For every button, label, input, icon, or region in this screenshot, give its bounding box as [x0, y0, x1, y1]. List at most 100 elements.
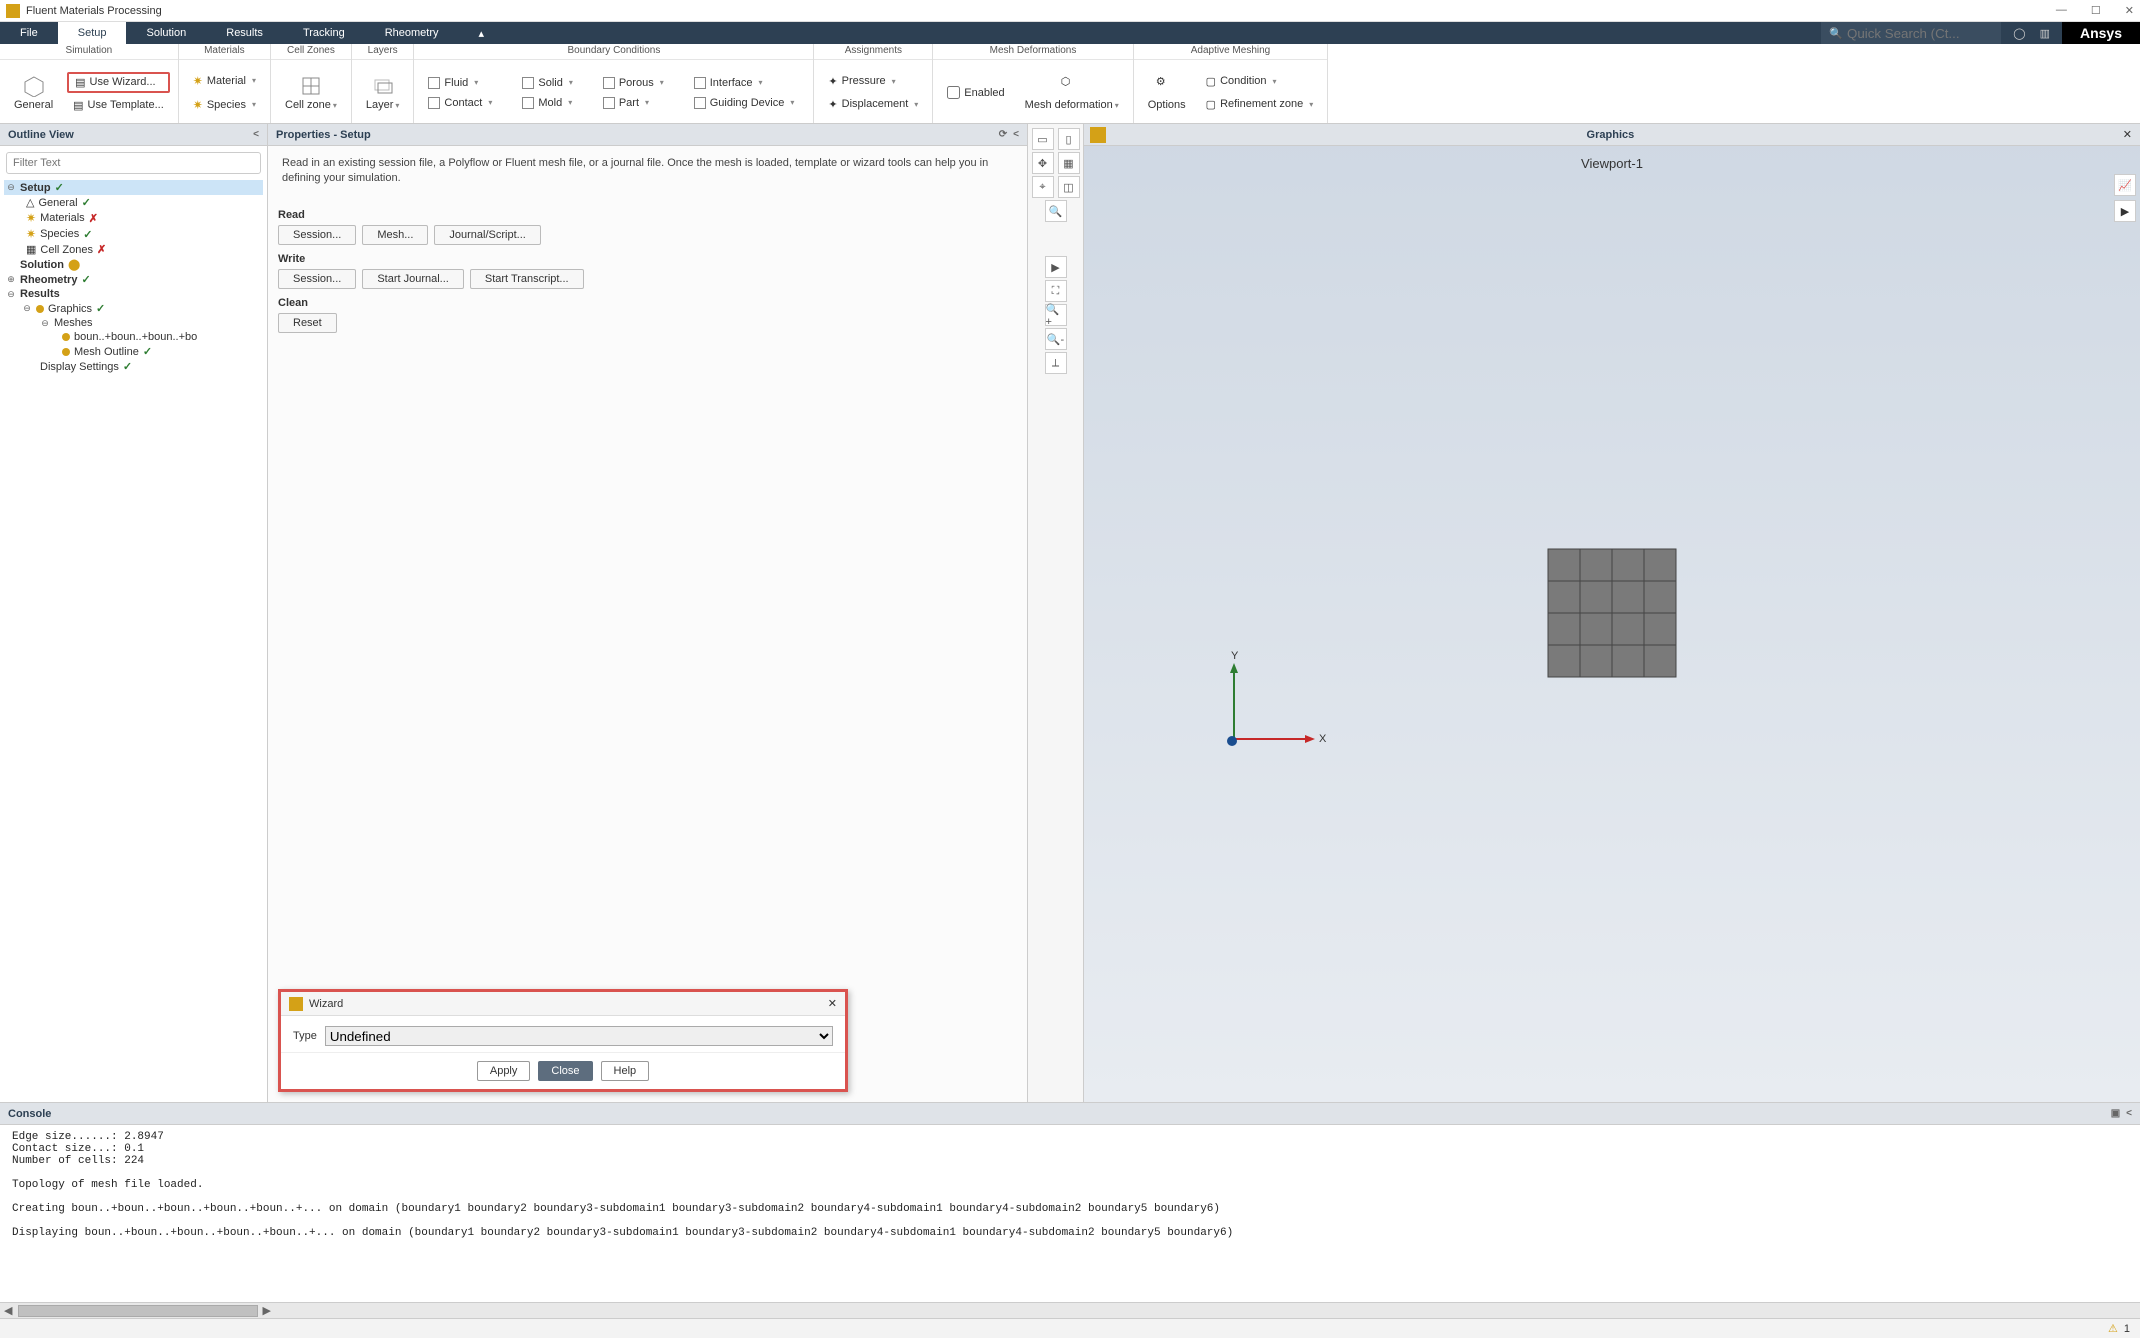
- pressure-icon: ✦: [828, 75, 837, 88]
- collapse-icon[interactable]: <: [253, 129, 259, 140]
- tool-split[interactable]: ▯: [1058, 128, 1080, 150]
- menu-file[interactable]: File: [0, 22, 58, 44]
- read-session-button[interactable]: Session...: [278, 225, 356, 245]
- bc-mold-button[interactable]: Mold▾: [516, 95, 578, 111]
- square-icon: [603, 97, 615, 109]
- search-input[interactable]: [1847, 26, 1993, 41]
- menu-more[interactable]: ▴: [459, 22, 505, 44]
- help-icon[interactable]: ◯: [2013, 27, 2025, 40]
- menu-results[interactable]: Results: [206, 22, 283, 44]
- reset-button[interactable]: Reset: [278, 313, 337, 333]
- tree-mesh-item[interactable]: boun..+boun..+boun..+bo: [4, 330, 263, 344]
- menu-tracking[interactable]: Tracking: [283, 22, 365, 44]
- wizard-help-button[interactable]: Help: [601, 1061, 650, 1081]
- tool-zoom[interactable]: 🔍: [1045, 200, 1067, 222]
- pressure-button[interactable]: ✦Pressure▾: [822, 73, 924, 90]
- group-title: Boundary Conditions: [414, 44, 813, 60]
- rtool-chart[interactable]: 📈: [2114, 174, 2136, 196]
- graphics-close-button[interactable]: ✕: [2115, 128, 2140, 141]
- bc-part-button[interactable]: Part▾: [597, 95, 670, 111]
- menu-rheometry[interactable]: Rheometry: [365, 22, 459, 44]
- warning-icon[interactable]: ⚠: [2108, 1322, 2118, 1335]
- meshdef-button[interactable]: ⬡Mesh deformation▾: [1019, 73, 1125, 113]
- group-title: Simulation: [0, 44, 178, 60]
- tree-graphics[interactable]: ⊖ Graphics ✓: [4, 301, 263, 316]
- scroll-right[interactable]: ▶: [258, 1304, 274, 1317]
- menu-solution[interactable]: Solution: [126, 22, 206, 44]
- clean-label: Clean: [278, 297, 1017, 309]
- wizard-close-button[interactable]: Close: [538, 1061, 592, 1081]
- graphics-panel: Graphics ✕ Viewport-1 📈 ▶ Y X: [1084, 124, 2140, 1102]
- displacement-button[interactable]: ✦Displacement▾: [822, 96, 924, 113]
- filter-input[interactable]: [6, 152, 261, 174]
- tool-fit[interactable]: ⛶: [1045, 280, 1067, 302]
- axis-triad[interactable]: Y X: [1214, 649, 1334, 762]
- tool-zoom-in[interactable]: 🔍+: [1045, 304, 1067, 326]
- tree-general[interactable]: △General ✓: [4, 195, 263, 210]
- options-button[interactable]: ⚙Options: [1142, 73, 1192, 113]
- use-wizard-button[interactable]: ▤ Use Wizard...: [67, 72, 170, 93]
- menu-setup[interactable]: Setup: [58, 22, 127, 44]
- outline-tree[interactable]: ⊖Setup ✓ △General ✓ ✷Materials ✗ ✷Specie…: [0, 180, 267, 1102]
- start-journal-button[interactable]: Start Journal...: [362, 269, 464, 289]
- tree-rheometry[interactable]: ⊕Rheometry ✓: [4, 272, 263, 287]
- tree-display-settings[interactable]: Display Settings ✓: [4, 359, 263, 374]
- layout-icon[interactable]: ▥: [2040, 27, 2050, 40]
- console-collapse[interactable]: <: [2126, 1108, 2132, 1119]
- tree-species[interactable]: ✷Species ✓: [4, 226, 263, 242]
- general-icon: [23, 75, 45, 97]
- bc-fluid-button[interactable]: Fluid▾: [422, 75, 498, 91]
- collapse-icon[interactable]: <: [1013, 129, 1019, 140]
- tool-axes[interactable]: ⟂: [1045, 352, 1067, 374]
- bc-porous-button[interactable]: Porous▾: [597, 75, 670, 91]
- read-journal-button[interactable]: Journal/Script...: [434, 225, 540, 245]
- write-session-button[interactable]: Session...: [278, 269, 356, 289]
- rtool-play[interactable]: ▶: [2114, 200, 2136, 222]
- tree-mesh-outline[interactable]: Mesh Outline ✓: [4, 344, 263, 359]
- refinement-button[interactable]: ▢Refinement zone▾: [1200, 96, 1320, 113]
- tree-cellzones[interactable]: ▦Cell Zones ✗: [4, 242, 263, 257]
- horizontal-scrollbar[interactable]: ◀ ▶: [0, 1302, 2140, 1318]
- cellzone-button[interactable]: Cell zone▾: [279, 73, 343, 113]
- read-mesh-button[interactable]: Mesh...: [362, 225, 428, 245]
- tool-play[interactable]: ▶: [1045, 256, 1067, 278]
- maximize-button[interactable]: ☐: [2091, 4, 2101, 17]
- tool-move[interactable]: ✥: [1032, 152, 1054, 174]
- mesh-preview[interactable]: [1548, 549, 1677, 678]
- scroll-left[interactable]: ◀: [0, 1304, 16, 1317]
- tree-setup[interactable]: ⊖Setup ✓: [4, 180, 263, 195]
- condition-icon: ▢: [1206, 75, 1216, 88]
- general-button[interactable]: General: [8, 73, 59, 113]
- tool-zoom-box[interactable]: ⌖: [1032, 176, 1054, 198]
- bc-solid-button[interactable]: Solid▾: [516, 75, 578, 91]
- tool-grid[interactable]: ▦: [1058, 152, 1080, 174]
- species-button[interactable]: ✷Species▾: [187, 96, 262, 114]
- tree-materials[interactable]: ✷Materials ✗: [4, 210, 263, 226]
- tool-select[interactable]: ▭: [1032, 128, 1054, 150]
- close-button[interactable]: ✕: [2125, 4, 2134, 17]
- tree-solution[interactable]: Solution ⬤: [4, 257, 263, 272]
- scroll-thumb[interactable]: [18, 1305, 258, 1317]
- tool-viewport[interactable]: ◫: [1058, 176, 1080, 198]
- pin-icon[interactable]: ⟳: [999, 129, 1007, 140]
- quick-search[interactable]: 🔍: [1821, 22, 2001, 44]
- tree-meshes[interactable]: ⊖Meshes: [4, 316, 263, 330]
- bc-contact-button[interactable]: Contact▾: [422, 95, 498, 111]
- layer-button[interactable]: Layer▾: [360, 73, 406, 113]
- tree-results[interactable]: ⊖Results: [4, 287, 263, 301]
- condition-button[interactable]: ▢Condition▾: [1200, 73, 1320, 90]
- start-transcript-button[interactable]: Start Transcript...: [470, 269, 584, 289]
- console-popout[interactable]: ▣: [2111, 1108, 2120, 1119]
- bc-interface-button[interactable]: Interface▾: [688, 75, 801, 91]
- material-button[interactable]: ✷Material▾: [187, 72, 262, 90]
- tool-zoom-out[interactable]: 🔍-: [1045, 328, 1067, 350]
- bc-guiding-button[interactable]: Guiding Device▾: [688, 95, 801, 111]
- minimize-button[interactable]: —: [2056, 4, 2067, 17]
- app-title: Fluent Materials Processing: [26, 5, 162, 17]
- wizard-apply-button[interactable]: Apply: [477, 1061, 531, 1081]
- type-select[interactable]: Undefined: [325, 1026, 833, 1046]
- wizard-close-icon[interactable]: ✕: [828, 997, 837, 1010]
- use-template-button[interactable]: ▤ Use Template...: [67, 97, 170, 114]
- console-output[interactable]: Edge size......: 2.8947 Contact size...:…: [0, 1125, 2140, 1302]
- enabled-checkbox[interactable]: Enabled: [941, 84, 1010, 101]
